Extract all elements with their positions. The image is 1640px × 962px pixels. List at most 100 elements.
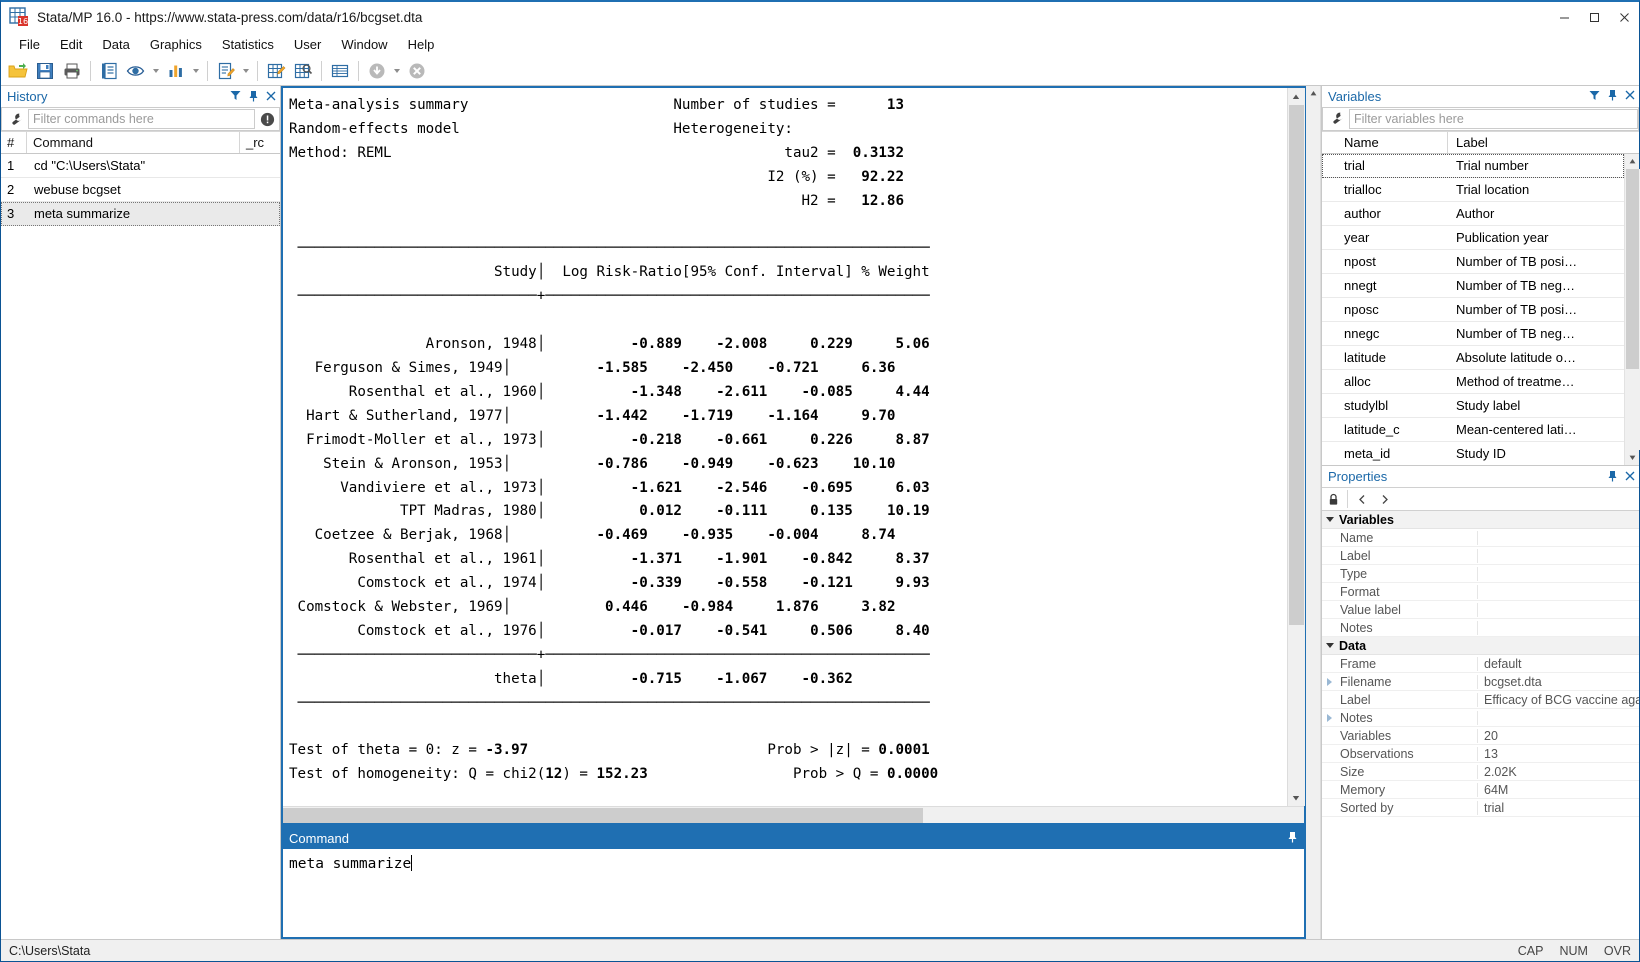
results-hscroll-thumb[interactable] bbox=[283, 807, 923, 823]
menu-help[interactable]: Help bbox=[398, 34, 445, 55]
results-hscroll-track[interactable] bbox=[283, 807, 1304, 824]
variable-row-latitude_c[interactable]: latitude_c Mean-centered lati… bbox=[1322, 418, 1624, 442]
data-editor-edit-icon[interactable] bbox=[263, 58, 289, 84]
viewer-dropdown-caret-icon[interactable] bbox=[150, 58, 162, 84]
viewer-icon[interactable] bbox=[123, 58, 149, 84]
menu-statistics[interactable]: Statistics bbox=[212, 34, 284, 55]
stop-icon[interactable] bbox=[404, 58, 430, 84]
wrench-icon[interactable] bbox=[1323, 108, 1349, 130]
data-editor-browse-icon[interactable] bbox=[290, 58, 316, 84]
variables-manager-icon[interactable] bbox=[327, 58, 353, 84]
filter-funnel-icon[interactable] bbox=[1589, 90, 1600, 103]
scroll-down-arrow-icon[interactable] bbox=[1287, 789, 1305, 806]
variable-row-latitude[interactable]: latitude Absolute latitude o… bbox=[1322, 346, 1624, 370]
variable-row-year[interactable]: year Publication year bbox=[1322, 226, 1624, 250]
property-row-variables[interactable]: Variables 20 bbox=[1322, 727, 1639, 745]
log-icon[interactable] bbox=[96, 58, 122, 84]
property-row-memory[interactable]: Memory 64M bbox=[1322, 781, 1639, 799]
variables-filter-input[interactable] bbox=[1349, 108, 1638, 129]
history-row-2[interactable]: 2 webuse bcgset bbox=[1, 178, 280, 202]
triangle-right-icon[interactable] bbox=[1322, 677, 1336, 686]
history-row-1[interactable]: 1 cd "C:\Users\Stata" bbox=[1, 154, 280, 178]
filter-funnel-icon[interactable] bbox=[230, 90, 241, 103]
variable-row-alloc[interactable]: alloc Method of treatme… bbox=[1322, 370, 1624, 394]
results-scroll-thumb[interactable] bbox=[1288, 105, 1304, 625]
variable-row-npost[interactable]: npost Number of TB posi… bbox=[1322, 250, 1624, 274]
property-row-type[interactable]: Type bbox=[1322, 565, 1639, 583]
menu-data[interactable]: Data bbox=[92, 34, 139, 55]
results-horizontal-scrollbar[interactable] bbox=[283, 806, 1304, 823]
pin-icon[interactable] bbox=[1607, 89, 1618, 103]
property-row-label[interactable]: Label bbox=[1322, 547, 1639, 565]
history-col-num[interactable]: # bbox=[1, 132, 27, 153]
variable-row-studylbl[interactable]: studylbl Study label bbox=[1322, 394, 1624, 418]
menu-edit[interactable]: Edit bbox=[50, 34, 92, 55]
lock-icon[interactable] bbox=[1322, 488, 1344, 510]
graph-dropdown-caret-icon[interactable] bbox=[190, 58, 202, 84]
variable-row-trial[interactable]: trial Trial number bbox=[1322, 153, 1624, 178]
variable-row-author[interactable]: author Author bbox=[1322, 202, 1624, 226]
property-row-value-label[interactable]: Value label bbox=[1322, 601, 1639, 619]
do-editor-icon[interactable] bbox=[213, 58, 239, 84]
menu-window[interactable]: Window bbox=[331, 34, 397, 55]
graph-icon[interactable] bbox=[163, 58, 189, 84]
results-outer-scroll-strip[interactable] bbox=[1306, 86, 1321, 939]
scroll-up-arrow-icon[interactable] bbox=[1306, 86, 1321, 101]
property-row-filename[interactable]: Filename bcgset.dta bbox=[1322, 673, 1639, 691]
chevron-left-icon[interactable] bbox=[1351, 488, 1373, 510]
variables-scroll-track[interactable] bbox=[1624, 168, 1640, 450]
minimize-button[interactable] bbox=[1549, 2, 1579, 32]
property-row-label[interactable]: Label Efficacy of BCG vaccine again bbox=[1322, 691, 1639, 709]
history-col-command[interactable]: Command bbox=[27, 132, 240, 153]
property-row-sorted-by[interactable]: Sorted by trial bbox=[1322, 799, 1639, 817]
pin-icon[interactable] bbox=[1287, 831, 1298, 846]
variables-scroll-thumb[interactable] bbox=[1625, 168, 1639, 369]
menu-graphics[interactable]: Graphics bbox=[140, 34, 212, 55]
scroll-down-arrow-icon[interactable] bbox=[1625, 450, 1640, 465]
scroll-up-arrow-icon[interactable] bbox=[1625, 154, 1640, 169]
results-vertical-scrollbar[interactable] bbox=[1287, 88, 1305, 806]
property-row-format[interactable]: Format bbox=[1322, 583, 1639, 601]
pin-icon[interactable] bbox=[248, 90, 259, 104]
variable-row-meta_id[interactable]: meta_id Study ID bbox=[1322, 442, 1624, 465]
property-row-size[interactable]: Size 2.02K bbox=[1322, 763, 1639, 781]
maximize-button[interactable] bbox=[1579, 2, 1609, 32]
properties-group-variables[interactable]: Variables bbox=[1322, 511, 1639, 529]
results-output-text[interactable]: Meta-analysis summary Number of studies … bbox=[283, 88, 1287, 806]
history-row-3[interactable]: 3 meta summarize bbox=[1, 202, 280, 226]
print-icon[interactable] bbox=[59, 58, 85, 84]
history-col-rc[interactable]: _rc bbox=[240, 132, 280, 153]
variables-vertical-scrollbar[interactable] bbox=[1624, 153, 1640, 465]
menu-file[interactable]: File bbox=[9, 34, 50, 55]
filter-info-icon[interactable] bbox=[255, 108, 279, 130]
property-row-notes[interactable]: Notes bbox=[1322, 709, 1639, 727]
property-row-notes[interactable]: Notes bbox=[1322, 619, 1639, 637]
break-icon[interactable] bbox=[364, 58, 390, 84]
save-icon[interactable] bbox=[32, 58, 58, 84]
history-filter-input[interactable] bbox=[28, 109, 255, 129]
command-input-area[interactable]: meta summarize bbox=[283, 849, 1304, 937]
results-scroll-track[interactable] bbox=[1287, 105, 1305, 789]
property-row-frame[interactable]: Frame default bbox=[1322, 655, 1639, 673]
open-folder-icon[interactable] bbox=[5, 58, 31, 84]
triangle-right-icon[interactable] bbox=[1322, 713, 1336, 722]
close-button[interactable] bbox=[1609, 2, 1639, 32]
chevron-right-icon[interactable] bbox=[1373, 488, 1395, 510]
close-icon[interactable] bbox=[1625, 471, 1635, 483]
scroll-up-arrow-icon[interactable] bbox=[1287, 88, 1305, 105]
variables-col-name[interactable]: Name bbox=[1336, 131, 1448, 153]
wrench-icon[interactable] bbox=[2, 108, 28, 130]
triangle-down-icon[interactable] bbox=[1326, 643, 1334, 648]
menu-user[interactable]: User bbox=[284, 34, 331, 55]
variable-row-nposc[interactable]: nposc Number of TB posi… bbox=[1322, 298, 1624, 322]
properties-group-data[interactable]: Data bbox=[1322, 637, 1639, 655]
close-icon[interactable] bbox=[1625, 90, 1635, 102]
property-row-observations[interactable]: Observations 13 bbox=[1322, 745, 1639, 763]
triangle-down-icon[interactable] bbox=[1326, 517, 1334, 522]
break-dropdown-caret-icon[interactable] bbox=[391, 58, 403, 84]
property-row-name[interactable]: Name bbox=[1322, 529, 1639, 547]
variable-row-nnegc[interactable]: nnegc Number of TB neg… bbox=[1322, 322, 1624, 346]
variable-row-trialloc[interactable]: trialloc Trial location bbox=[1322, 178, 1624, 202]
close-icon[interactable] bbox=[266, 91, 276, 103]
variables-col-label[interactable]: Label bbox=[1448, 132, 1639, 153]
